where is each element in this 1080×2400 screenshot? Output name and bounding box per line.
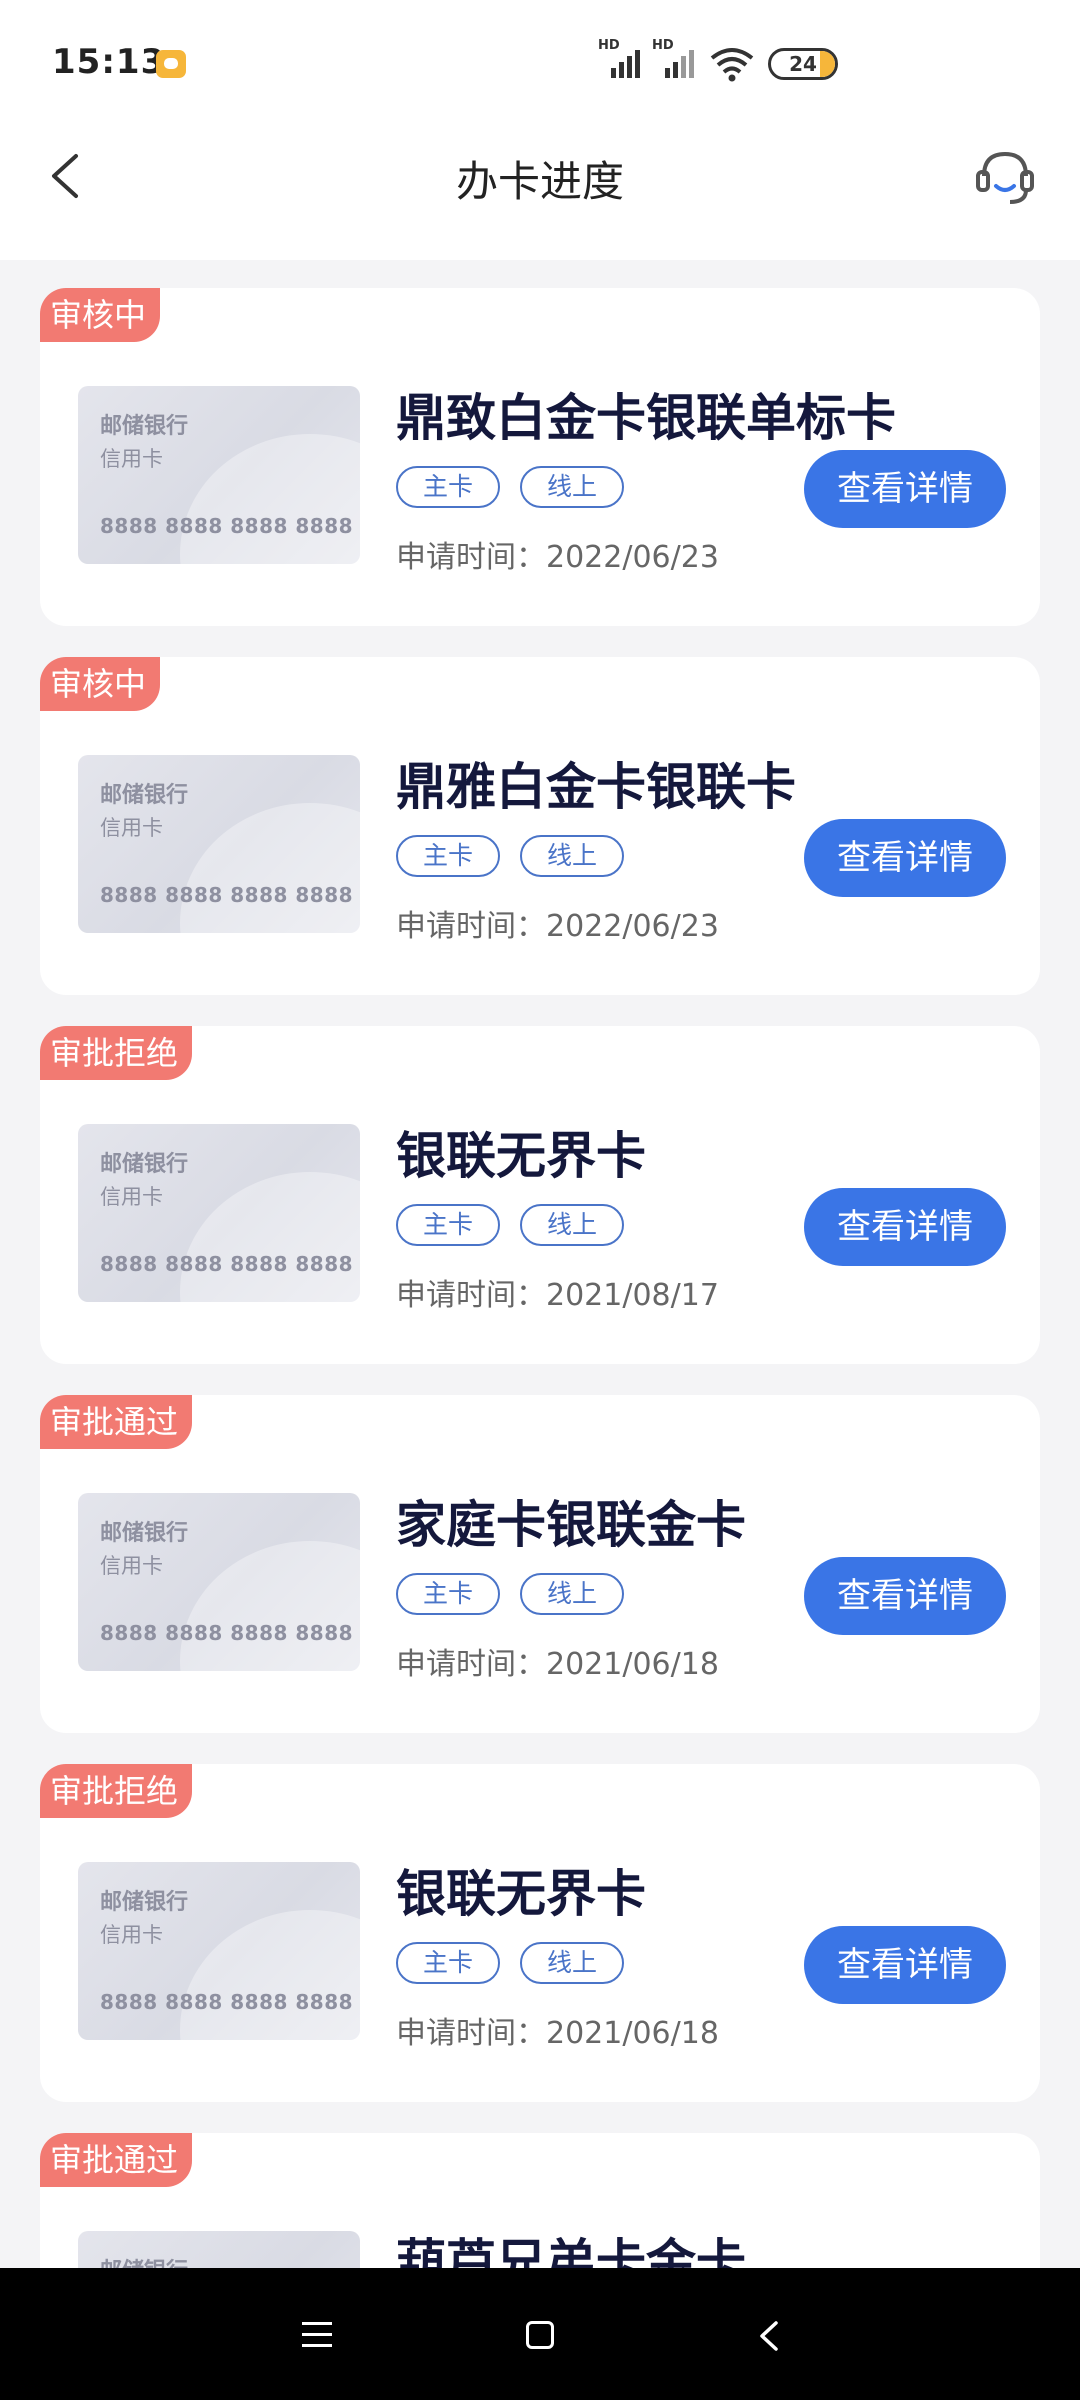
application-card[interactable]: 审核中 邮储银行 信用卡 8888 8888 8888 8888 鼎致白金卡银联… <box>40 288 1040 626</box>
apply-time-label: 申请时间： <box>396 909 546 944</box>
main-card-chip: 主卡 <box>396 1942 500 1984</box>
signal-icon: HD <box>652 38 694 78</box>
card-number: 8888 8888 8888 8888 <box>100 1252 354 1276</box>
online-chip: 线上 <box>520 1204 624 1246</box>
view-details-button[interactable]: 查看详情 <box>804 1188 1006 1266</box>
online-chip: 线上 <box>520 1942 624 1984</box>
online-chip: 线上 <box>520 1573 624 1615</box>
card-name: 银联无界卡 <box>396 1865 646 1923</box>
status-tag: 审批通过 <box>40 1395 193 1449</box>
card-bank-name: 邮储银行 <box>100 1152 189 1177</box>
status-tag: 审批通过 <box>40 2133 193 2187</box>
online-chip: 线上 <box>520 835 624 877</box>
card-number: 8888 8888 8888 8888 <box>100 883 354 907</box>
card-name: 鼎雅白金卡银联卡 <box>396 758 796 816</box>
apply-time: 申请时间：2022/06/23 <box>396 901 719 945</box>
apply-time-label: 申请时间： <box>396 540 546 575</box>
apply-time-label: 申请时间： <box>396 2016 546 2051</box>
wifi-icon <box>710 48 754 82</box>
main-card-chip: 主卡 <box>396 1204 500 1246</box>
status-tag: 审核中 <box>40 657 161 711</box>
card-image: 邮储银行 信用卡 8888 8888 8888 8888 <box>78 1493 360 1671</box>
card-image: 邮储银行 信用卡 8888 8888 8888 8888 <box>78 1862 360 2040</box>
card-type: 信用卡 <box>100 1185 163 1209</box>
home-icon[interactable] <box>526 2321 554 2349</box>
card-image: 邮储银行 信用卡 8888 8888 8888 8888 <box>78 1124 360 1302</box>
signal-icon: HD <box>598 38 640 78</box>
card-type: 信用卡 <box>100 447 163 471</box>
status-tag: 审批拒绝 <box>40 1026 193 1080</box>
card-number: 8888 8888 8888 8888 <box>100 514 354 538</box>
card-name: 银联无界卡 <box>396 1127 646 1185</box>
view-details-button[interactable]: 查看详情 <box>804 450 1006 528</box>
view-details-button[interactable]: 查看详情 <box>804 1557 1006 1635</box>
apply-time-label: 申请时间： <box>396 1278 546 1313</box>
apply-time: 申请时间：2022/06/23 <box>396 532 719 576</box>
apply-time: 申请时间：2021/06/18 <box>396 1639 719 1683</box>
system-nav-bar <box>0 2268 1080 2400</box>
card-type: 信用卡 <box>100 1923 163 1947</box>
battery-icon: 24 <box>768 48 838 80</box>
card-number: 8888 8888 8888 8888 <box>100 1621 354 1645</box>
apply-time: 申请时间：2021/06/18 <box>396 2008 719 2052</box>
page-title: 办卡进度 <box>455 157 624 206</box>
chat-app-icon <box>156 50 186 78</box>
status-tag: 审批拒绝 <box>40 1764 193 1818</box>
view-details-button[interactable]: 查看详情 <box>804 1926 1006 2004</box>
card-type: 信用卡 <box>100 816 163 840</box>
card-name: 葫芦兄弟卡金卡 <box>396 2234 746 2268</box>
battery-level: 24 <box>789 52 817 76</box>
card-bank-name: 邮储银行 <box>100 414 189 439</box>
back-icon[interactable] <box>756 2320 784 2352</box>
card-image: 邮储银行 信用卡 8888 8888 8888 8888 <box>78 755 360 933</box>
status-time: 15:13 <box>52 42 166 82</box>
card-bank-name: 邮储银行 <box>100 783 189 808</box>
application-card[interactable]: 审批通过 邮储银行 信用卡 8888 8888 8888 8888 家庭卡银联金… <box>40 1395 1040 1733</box>
apply-time: 申请时间：2021/08/17 <box>396 1270 719 1314</box>
application-card[interactable]: 审核中 邮储银行 信用卡 8888 8888 8888 8888 鼎雅白金卡银联… <box>40 657 1040 995</box>
card-image: 邮储银行 信用卡 8888 8888 8888 8888 <box>78 386 360 564</box>
application-list[interactable]: 审核中 邮储银行 信用卡 8888 8888 8888 8888 鼎致白金卡银联… <box>40 288 1040 2268</box>
online-chip: 线上 <box>520 466 624 508</box>
main-card-chip: 主卡 <box>396 835 500 877</box>
card-name: 家庭卡银联金卡 <box>396 1496 746 1554</box>
view-details-button[interactable]: 查看详情 <box>804 819 1006 897</box>
headset-icon[interactable] <box>974 146 1036 208</box>
apply-date: 2021/08/17 <box>546 1278 719 1313</box>
card-image: 邮储银行 信用卡 8888 8888 8888 8888 <box>78 2231 360 2268</box>
main-card-chip: 主卡 <box>396 466 500 508</box>
status-bar: 15:13 HD HD 24 <box>0 0 1080 128</box>
menu-icon[interactable] <box>302 2322 332 2350</box>
apply-date: 2021/06/18 <box>546 2016 719 2051</box>
application-card[interactable]: 审批通过 邮储银行 信用卡 8888 8888 8888 8888 葫芦兄弟卡金… <box>40 2133 1040 2268</box>
card-name: 鼎致白金卡银联单标卡 <box>396 389 896 447</box>
apply-date: 2022/06/23 <box>546 909 719 944</box>
card-bank-name: 邮储银行 <box>100 1890 189 1915</box>
application-card[interactable]: 审批拒绝 邮储银行 信用卡 8888 8888 8888 8888 银联无界卡 … <box>40 1764 1040 2102</box>
application-card[interactable]: 审批拒绝 邮储银行 信用卡 8888 8888 8888 8888 银联无界卡 … <box>40 1026 1040 1364</box>
card-type: 信用卡 <box>100 1554 163 1578</box>
card-bank-name: 邮储银行 <box>100 1521 189 1546</box>
status-tag: 审核中 <box>40 288 161 342</box>
main-card-chip: 主卡 <box>396 1573 500 1615</box>
apply-time-label: 申请时间： <box>396 1647 546 1682</box>
apply-date: 2021/06/18 <box>546 1647 719 1682</box>
apply-date: 2022/06/23 <box>546 540 719 575</box>
card-number: 8888 8888 8888 8888 <box>100 1990 354 2014</box>
card-bank-name: 邮储银行 <box>100 2253 188 2268</box>
